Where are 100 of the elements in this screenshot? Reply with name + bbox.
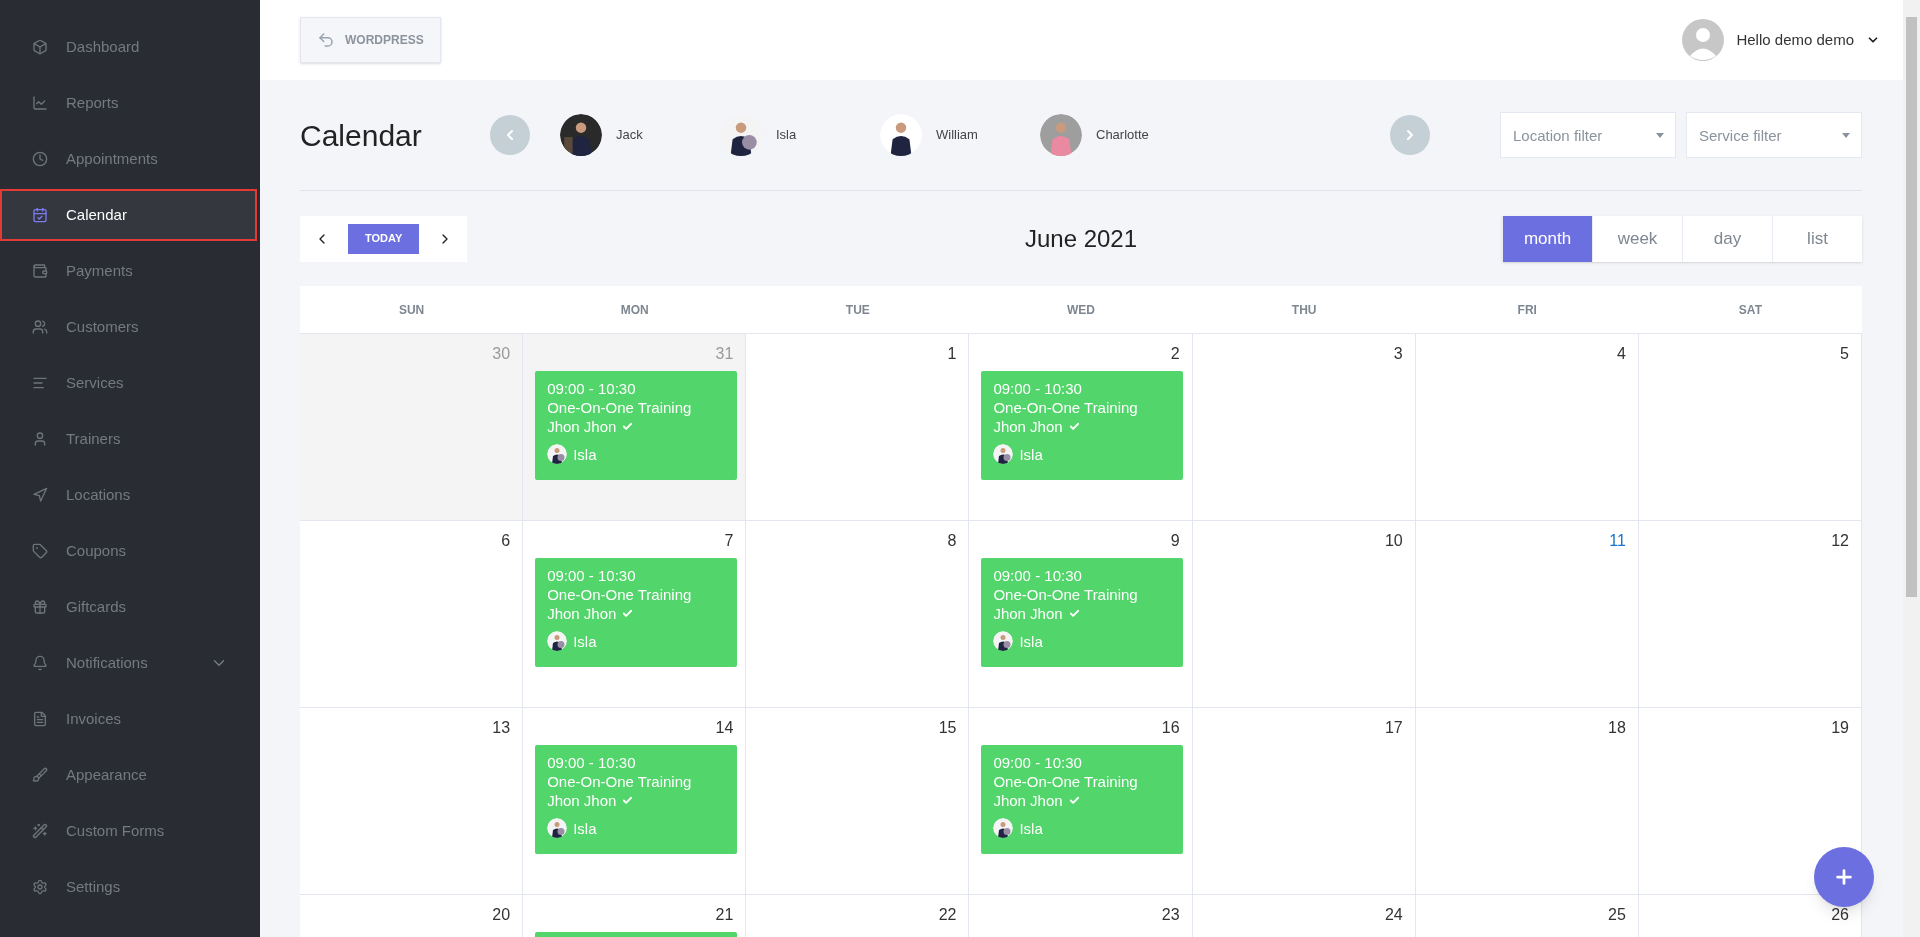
- sidebar-item[interactable]: Payments: [0, 245, 260, 297]
- event-service: One-On-One Training: [547, 585, 693, 604]
- trainer-name[interactable]: William: [936, 125, 978, 145]
- event-service: One-On-One Training: [547, 772, 693, 791]
- day-number: 22: [938, 905, 957, 925]
- day-number: 9: [1170, 531, 1180, 551]
- day-number: 30: [492, 344, 511, 364]
- user-greeting[interactable]: Hello demo demo: [1736, 28, 1854, 52]
- event-time: 09:00 - 10:30: [993, 566, 1083, 585]
- day-number: 4: [1616, 344, 1626, 364]
- day-number: 10: [1384, 531, 1403, 551]
- day-number: 24: [1384, 905, 1403, 925]
- filter-select[interactable]: Location filter: [1500, 112, 1676, 158]
- day-number: 6: [501, 531, 511, 551]
- trainer-name[interactable]: Isla: [776, 125, 797, 145]
- sidebar-item[interactable]: Customers: [0, 301, 260, 353]
- sidebar-label: Dashboard: [66, 36, 140, 57]
- trainer-name[interactable]: Jack: [616, 125, 643, 145]
- sidebar-label: Services: [66, 372, 124, 393]
- event-time: 09:00 - 10:30: [547, 566, 637, 585]
- today-button[interactable]: TODAY: [348, 223, 420, 254]
- appointment-event[interactable]: 09:00 - 10:30 One-On-One Training Jhon Jhon Isla: [981, 371, 1184, 480]
- sidebar-label: Locations: [66, 484, 131, 505]
- event-service: One-On-One Training: [993, 772, 1139, 791]
- event-trainer: Isla: [573, 818, 597, 838]
- sidebar-item[interactable]: Notifications: [0, 637, 260, 689]
- weekday-header: SAT: [1738, 301, 1762, 319]
- sidebar-label: Calendar: [66, 204, 127, 225]
- event-trainer: Isla: [573, 631, 597, 651]
- view-tab[interactable]: day: [1682, 215, 1772, 262]
- event-customer: Jhon Jhon: [547, 417, 617, 436]
- day-number: 26: [1831, 905, 1849, 925]
- view-tab[interactable]: list: [1772, 215, 1862, 262]
- day-number: 7: [724, 531, 734, 551]
- weekday-header: TUE: [845, 301, 870, 319]
- event-service: One-On-One Training: [993, 585, 1139, 604]
- appointment-event[interactable]: 09:00 - 10:30 One-On-One Training Jhon Jhon Isla: [535, 371, 738, 480]
- weekday-header: THU: [1291, 301, 1317, 319]
- event-time: 09:00 - 10:30: [547, 753, 637, 772]
- day-number: 19: [1831, 718, 1849, 738]
- sidebar-item[interactable]: Coupons: [0, 525, 260, 577]
- trainer-name[interactable]: Charlotte: [1096, 125, 1149, 145]
- day-number: 12: [1831, 531, 1849, 551]
- day-number: 13: [492, 718, 511, 738]
- event-trainer: Isla: [573, 444, 597, 464]
- day-number: 8: [947, 531, 957, 551]
- sidebar-item[interactable]: Dashboard: [0, 21, 260, 73]
- view-tab[interactable]: week: [1592, 215, 1682, 262]
- page-title: Calendar: [300, 117, 423, 154]
- sidebar-label: Giftcards: [66, 596, 126, 617]
- event-trainer: Isla: [1019, 444, 1043, 464]
- sidebar-label: Customers: [66, 316, 139, 337]
- sidebar-item[interactable]: Settings: [0, 861, 260, 913]
- filter-select[interactable]: Service filter: [1686, 112, 1862, 158]
- event-time: 09:00 - 10:30: [993, 379, 1083, 398]
- day-number: 15: [938, 718, 957, 738]
- sidebar-item[interactable]: Calendar: [0, 189, 257, 241]
- day-number: 1: [947, 344, 957, 364]
- day-number: 2: [1170, 344, 1180, 364]
- sidebar-label: Payments: [66, 260, 133, 281]
- sidebar-item[interactable]: Trainers: [0, 413, 260, 465]
- event-customer: Jhon Jhon: [993, 417, 1063, 436]
- event-trainer: Isla: [1019, 631, 1043, 651]
- sidebar-label: Reports: [66, 92, 119, 113]
- weekday-header: FRI: [1517, 301, 1537, 319]
- sidebar-label: Invoices: [66, 708, 122, 729]
- day-number: 25: [1608, 905, 1626, 925]
- event-time: 09:00 - 10:30: [993, 753, 1083, 772]
- event-customer: Jhon Jhon: [993, 791, 1063, 810]
- weekday-header: WED: [1067, 301, 1095, 319]
- sidebar-label: Appearance: [66, 764, 147, 785]
- weekday-header: MON: [620, 301, 649, 319]
- sidebar-item[interactable]: Custom Forms: [0, 805, 260, 857]
- day-number: 23: [1161, 905, 1180, 925]
- appointment-event[interactable]: 09:00 - 10:30 One-On-One Training Jhon Jhon Isla: [535, 745, 738, 854]
- appointment-event[interactable]: 09:00 - 10:30 One-On-One Training Jhon Jhon Isla: [535, 558, 738, 667]
- sidebar-item[interactable]: Appointments: [0, 133, 260, 185]
- appointment-event[interactable]: 09:00 - 10:30 One-On-One Training Jhon Jhon Isla: [981, 558, 1184, 667]
- day-number: 5: [1840, 344, 1849, 364]
- appointment-event[interactable]: 09:00 - 10:30 One-On-One Training Jhon Jhon Isla: [981, 745, 1184, 854]
- sidebar-item[interactable]: Appearance: [0, 749, 260, 801]
- day-number: 31: [715, 344, 734, 364]
- day-number: 3: [1393, 344, 1403, 364]
- day-number: 21: [715, 905, 734, 925]
- sidebar-item[interactable]: Giftcards: [0, 581, 260, 633]
- event-time: 09:00 - 10:30: [547, 379, 637, 398]
- day-number: 18: [1608, 718, 1626, 738]
- view-tab[interactable]: month: [1502, 215, 1592, 262]
- day-number: 20: [492, 905, 511, 925]
- sidebar-label: Appointments: [66, 148, 158, 169]
- day-number: 11: [1609, 531, 1626, 551]
- sidebar-label: Trainers: [66, 428, 121, 449]
- event-customer: Jhon Jhon: [993, 604, 1063, 623]
- sidebar-item[interactable]: Invoices: [0, 693, 260, 745]
- wordpress-back-button[interactable]: WORDPRESS: [300, 17, 441, 63]
- day-number: 16: [1161, 718, 1180, 738]
- sidebar-item[interactable]: Services: [0, 357, 260, 409]
- sidebar-item[interactable]: Locations: [0, 469, 260, 521]
- sidebar-item[interactable]: Reports: [0, 77, 260, 129]
- day-number: 14: [715, 718, 734, 738]
